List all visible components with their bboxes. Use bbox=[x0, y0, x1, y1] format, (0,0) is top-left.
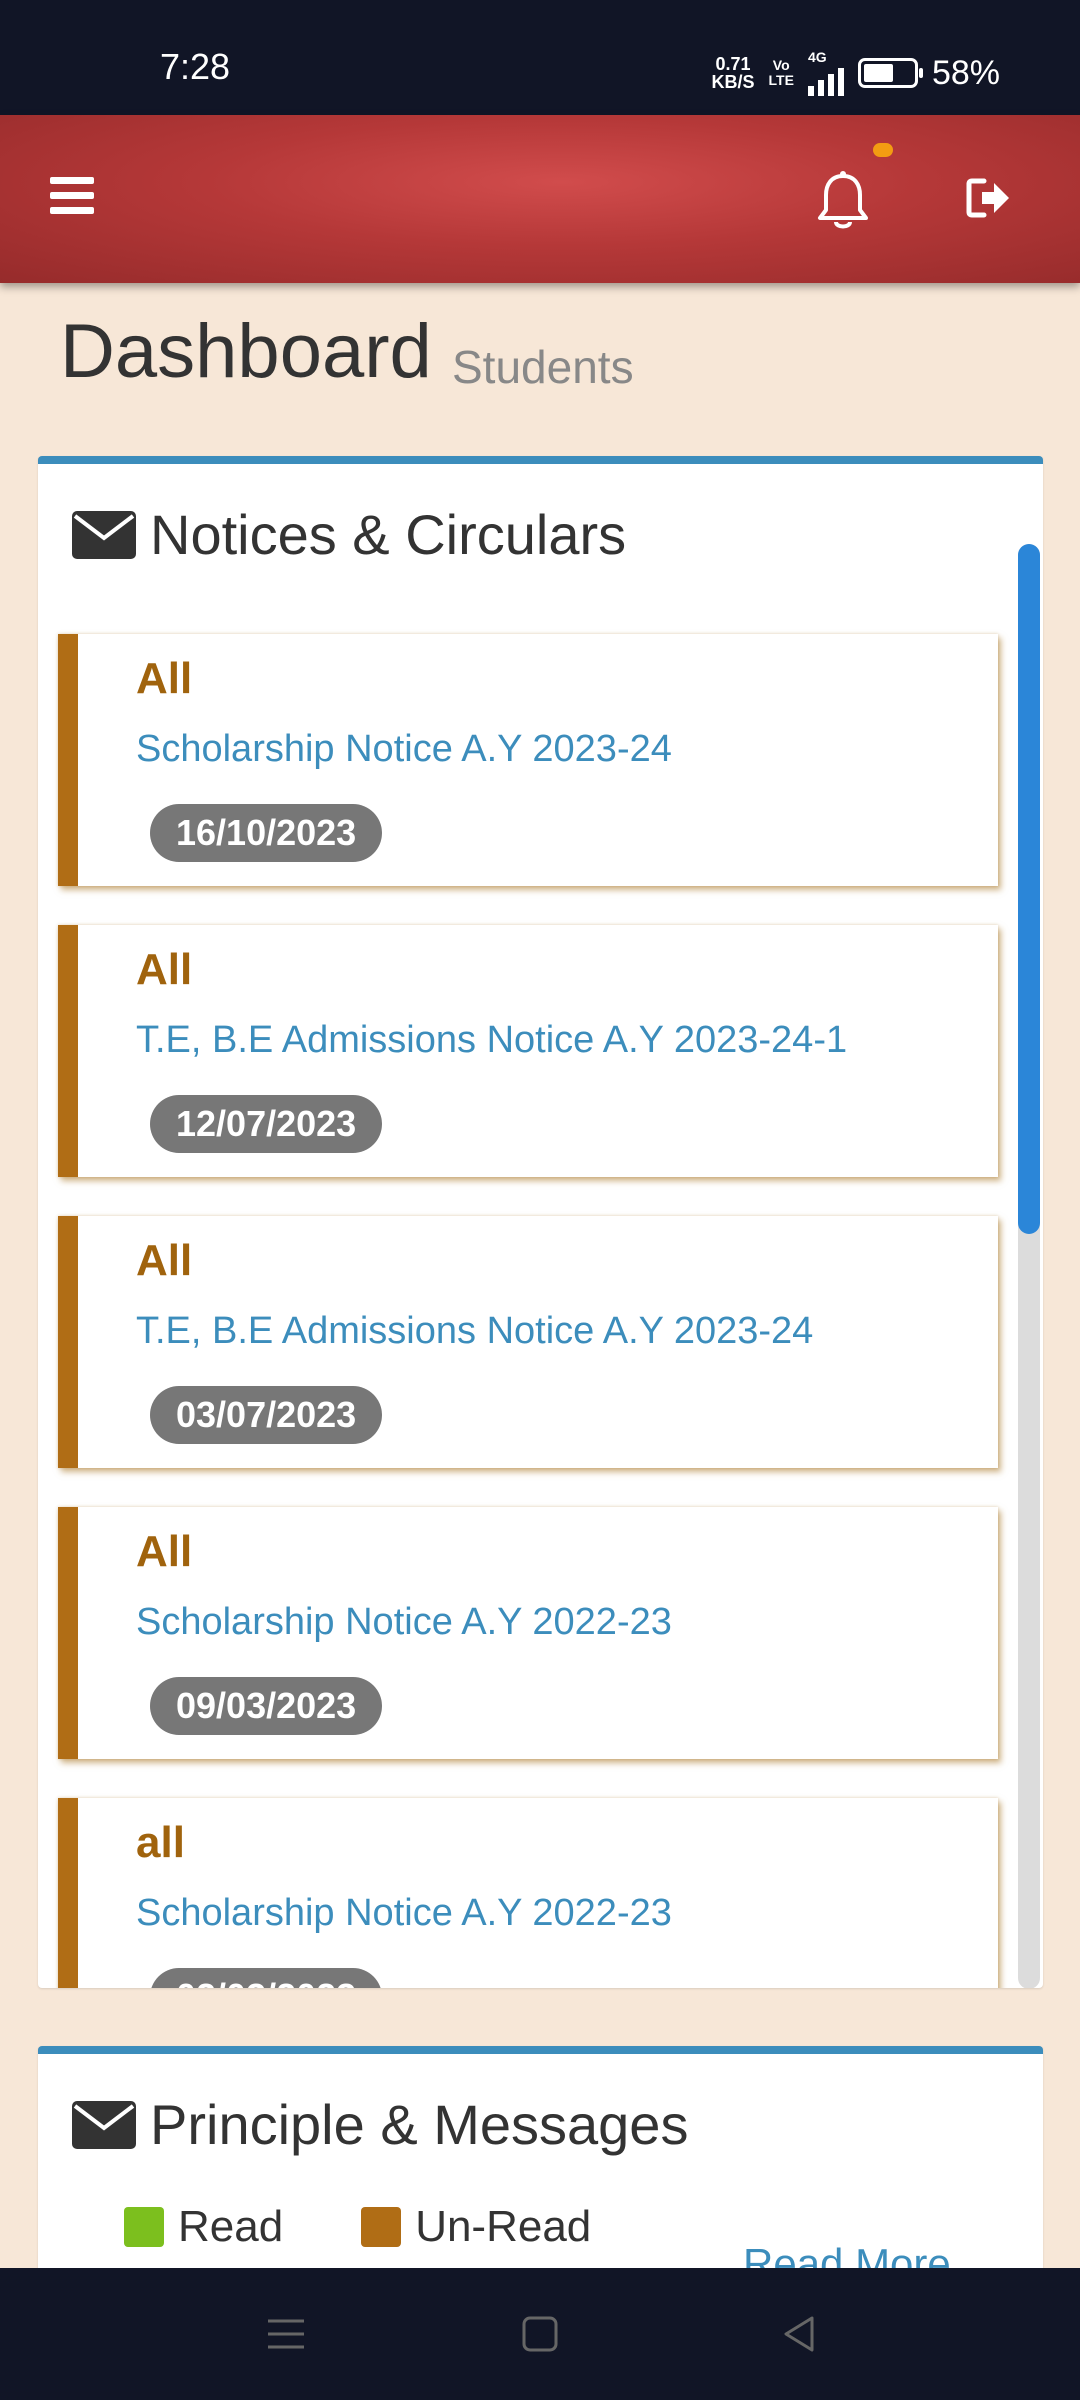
notices-scrollbar-thumb[interactable] bbox=[1018, 544, 1040, 1234]
notice-item[interactable]: all Scholarship Notice A.Y 2022-23 02/03… bbox=[58, 1798, 998, 1988]
legend-read-label: Read bbox=[178, 2202, 284, 2251]
read-status-legend: Read Un-Read bbox=[124, 2202, 669, 2252]
signal-bars bbox=[807, 64, 844, 96]
status-icons: 0.71 KB/S Vo LTE 4G 58% bbox=[712, 50, 1000, 96]
notice-date-badge: 09/03/2023 bbox=[150, 1677, 383, 1735]
notices-scrollbar[interactable] bbox=[1018, 544, 1040, 1988]
network-speed: 0.71 KB/S bbox=[712, 55, 755, 91]
notice-item[interactable]: All T.E, B.E Admissions Notice A.Y 2023-… bbox=[58, 1216, 998, 1468]
notice-audience: All bbox=[136, 1236, 193, 1285]
status-bar: 7:28 0.71 KB/S Vo LTE 4G 58% bbox=[0, 0, 1080, 115]
notice-item[interactable]: All Scholarship Notice A.Y 2023-24 16/10… bbox=[58, 634, 998, 886]
system-nav-bar bbox=[0, 2268, 1080, 2400]
principle-header: Principle & Messages bbox=[72, 2092, 688, 2157]
notice-item[interactable]: All T.E, B.E Admissions Notice A.Y 2023-… bbox=[58, 925, 998, 1177]
battery-level: 58% bbox=[931, 53, 1000, 92]
envelope-icon bbox=[72, 510, 136, 559]
status-time: 7:28 bbox=[160, 46, 231, 87]
principle-title: Principle & Messages bbox=[150, 2093, 689, 2156]
notice-audience: all bbox=[136, 1818, 185, 1867]
envelope-icon bbox=[72, 2100, 136, 2149]
notice-audience: All bbox=[136, 1527, 193, 1576]
bell-icon[interactable] bbox=[815, 170, 871, 234]
home-square-icon[interactable] bbox=[516, 2310, 564, 2358]
battery-icon bbox=[857, 58, 923, 88]
page-subtitle: Students bbox=[452, 341, 634, 393]
notices-box: Notices & Circulars All Scholarship Noti… bbox=[38, 456, 1043, 1988]
read-swatch bbox=[124, 2207, 164, 2247]
notice-title-link[interactable]: T.E, B.E Admissions Notice A.Y 2023-24-1 bbox=[136, 1019, 847, 1062]
logout-icon[interactable] bbox=[966, 175, 1012, 221]
notice-title-link[interactable]: T.E, B.E Admissions Notice A.Y 2023-24 bbox=[136, 1310, 813, 1353]
signal-icon: 4G bbox=[807, 49, 844, 96]
notice-audience: All bbox=[136, 654, 193, 703]
notice-list: All Scholarship Notice A.Y 2023-24 16/10… bbox=[58, 634, 998, 1988]
notice-date-badge: 12/07/2023 bbox=[150, 1095, 383, 1153]
notice-title-link[interactable]: Scholarship Notice A.Y 2023-24 bbox=[136, 728, 672, 771]
unread-swatch bbox=[361, 2207, 402, 2247]
notice-title-link[interactable]: Scholarship Notice A.Y 2022-23 bbox=[136, 1601, 672, 1644]
legend-unread: Un-Read bbox=[361, 2202, 591, 2252]
legend-read: Read bbox=[124, 2202, 283, 2252]
notice-date-badge: 02/03/2023 bbox=[150, 1968, 383, 1988]
notices-title: Notices & Circulars bbox=[150, 503, 627, 566]
notice-date-badge: 16/10/2023 bbox=[150, 804, 383, 862]
notices-header: Notices & Circulars bbox=[72, 502, 626, 567]
volte-top: Vo bbox=[772, 57, 790, 73]
legend-unread-label: Un-Read bbox=[415, 2202, 592, 2251]
volte-bottom: LTE bbox=[768, 72, 794, 88]
network-type: 4G bbox=[807, 49, 827, 65]
hamburger-menu-icon[interactable] bbox=[50, 177, 94, 215]
page-title: Dashboard bbox=[60, 309, 432, 394]
notice-date-badge: 03/07/2023 bbox=[150, 1386, 383, 1444]
network-speed-value: 0.71 bbox=[715, 54, 751, 74]
volte-icon: Vo LTE bbox=[769, 58, 794, 88]
notification-dot bbox=[873, 143, 893, 157]
back-triangle-icon[interactable] bbox=[776, 2310, 824, 2358]
network-speed-unit: KB/S bbox=[711, 72, 755, 92]
notice-title-link[interactable]: Scholarship Notice A.Y 2022-23 bbox=[136, 1892, 672, 1935]
notice-audience: All bbox=[136, 945, 193, 994]
recents-menu-icon[interactable] bbox=[262, 2310, 310, 2358]
notice-item[interactable]: All Scholarship Notice A.Y 2022-23 09/03… bbox=[58, 1507, 998, 1759]
app-header bbox=[0, 115, 1080, 283]
